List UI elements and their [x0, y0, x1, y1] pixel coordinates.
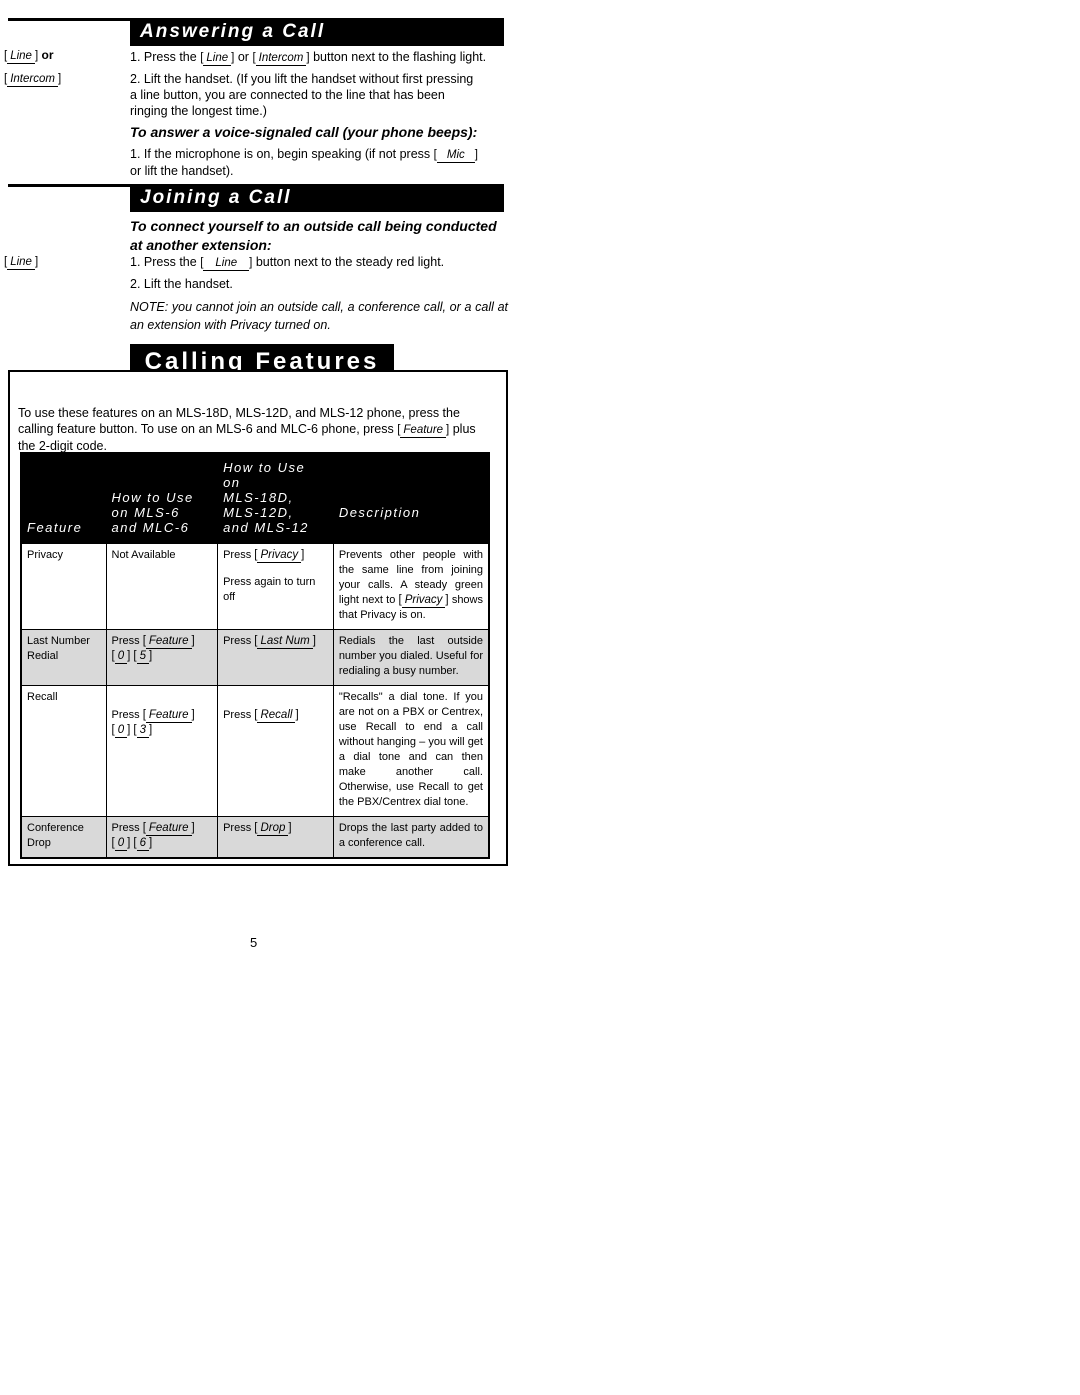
answering-step-1-prefix: 1. Press the — [130, 50, 197, 64]
privacy-press-again-line: Press again to turn off — [223, 576, 316, 603]
lnr-press-prefix: Press — [111, 635, 140, 647]
cell-description-privacy: Prevents other people with the same line… — [332, 543, 490, 630]
joining-step-1: 1. Press the [Line] button next to the s… — [130, 254, 504, 271]
table-row: Last Number Redial Press [Feature] [0] [… — [20, 629, 490, 686]
joining-step-1-suffix: button next to the steady red light. — [255, 255, 445, 269]
col-header-mls18-line-2: MLS-18D, MLS-12D, — [223, 490, 294, 520]
margin-key-line-joining: [Line] — [4, 256, 39, 270]
recall-mls18-prefix: Press — [223, 709, 252, 721]
voice-step-prefix: 1. If the microphone is on, begin speaki… — [130, 147, 431, 161]
cell-feature-last-number-redial: Last Number Redial — [20, 629, 107, 686]
answering-voice-step-1: 1. If the microphone is on, begin speaki… — [130, 146, 482, 179]
answering-voice-subhead: To answer a voice-signaled call (your ph… — [130, 124, 504, 140]
feature-key-inline-intro: [Feature] — [397, 424, 450, 438]
answering-voice-subhead-text: To answer a voice-signaled call (your ph… — [130, 124, 478, 140]
privacy-key-inline-desc: [Privacy] — [398, 594, 449, 608]
table-body: Privacy Not Available Press [Privacy] Pr… — [20, 543, 490, 859]
calling-features-table: Feature How to Use on MLS-6 and MLC-6 Ho… — [20, 452, 490, 859]
cell-description-last-number-redial: Redials the last outside number you dial… — [332, 629, 490, 686]
joining-note-text: NOTE: you cannot join an outside call, a… — [130, 300, 508, 332]
cell-mls6-privacy: Not Available — [105, 543, 219, 630]
calling-features-intro: To use these features on an MLS-18D, MLS… — [18, 405, 496, 454]
joining-step-2: 2. Lift the handset. — [130, 276, 504, 292]
answering-step-1-suffix: button next to the flashing light. — [313, 50, 487, 64]
cell-mls6-conference-drop: Press [Feature] [0] [6] — [105, 816, 219, 859]
margin-key-intercom: [Intercom] — [4, 73, 62, 87]
answering-a-call-title: Answering a Call — [140, 21, 326, 42]
recall-press-prefix: Press — [111, 709, 140, 721]
privacy-press-line: Press [Privacy] — [223, 548, 328, 563]
col-header-mls6-line-1: How to Use — [111, 490, 194, 505]
col-header-mls6-line-3: and MLC-6 — [111, 520, 190, 535]
col-header-feature-line-1: Feature — [27, 520, 83, 535]
margin-key-line-or: [Line] or — [4, 48, 54, 64]
document-page: Answering a Call [Line] or [Intercom] 1.… — [0, 0, 1080, 1395]
digit-key-recall-2: [3] — [133, 724, 153, 738]
joining-subhead: To connect yourself to an outside call b… — [130, 217, 506, 255]
table-row: Conference Drop Press [Feature] [0] [6] … — [20, 816, 490, 859]
line-key-inline-2: [Line] — [200, 257, 253, 271]
cell-description-conference-drop: Drops the last party added to a conferen… — [332, 816, 490, 859]
cell-mls6-last-number-redial: Press [Feature] [0] [5] — [105, 629, 219, 686]
last-num-key-inline: [Last Num] — [254, 635, 316, 649]
line-key-inline-1: [Line] — [200, 52, 235, 66]
col-header-mls6-line-2: on MLS-6 — [111, 505, 180, 520]
table-row: Recall Press [Feature] [0] [3] Press [Re… — [20, 685, 490, 817]
cell-mls18-conference-drop: Press [Drop] — [217, 816, 334, 859]
digit-key-lnr-1: [0] — [111, 650, 131, 664]
joining-a-call-header: Joining a Call — [130, 184, 504, 212]
answering-step-1: 1. Press the [Line] or [Intercom] button… — [130, 49, 504, 66]
cell-feature-recall: Recall — [20, 685, 107, 817]
joining-subhead-text: To connect yourself to an outside call b… — [130, 218, 497, 253]
cell-mls6-privacy-text: Not Available — [111, 549, 176, 561]
voice-step-suffix: or lift the handset). — [130, 164, 234, 178]
cell-mls18-recall: Press [Recall] — [217, 685, 334, 817]
col-header-feature: Feature — [20, 452, 107, 544]
feature-key-inline-cd: [Feature] — [142, 822, 195, 836]
lnr-mls18-prefix: Press — [223, 635, 252, 647]
joining-a-call-title: Joining a Call — [140, 187, 292, 208]
cd-mls18-prefix: Press — [223, 822, 252, 834]
cell-mls18-privacy: Press [Privacy] Press again to turn off — [217, 543, 334, 630]
joining-step-2-text: 2. Lift the handset. — [130, 277, 233, 291]
mic-key-inline: [Mic] — [433, 149, 478, 163]
answering-step-2: 2. Lift the handset. (If you lift the ha… — [130, 71, 482, 119]
col-header-how-to-use-mls6: How to Use on MLS-6 and MLC-6 — [105, 452, 219, 544]
digit-key-cd-2: [6] — [133, 837, 153, 851]
joining-note: NOTE: you cannot join an outside call, a… — [130, 298, 508, 334]
answering-a-call-header: Answering a Call — [130, 18, 504, 46]
col-header-how-to-use-mls18: How to Use on MLS-18D, MLS-12D, and MLS-… — [217, 452, 334, 544]
joining-step-1-prefix: 1. Press the — [130, 255, 197, 269]
col-header-description-line-1: Description — [338, 505, 421, 520]
cell-feature-conference-drop: Conference Drop — [20, 816, 107, 859]
table-header-row: Feature How to Use on MLS-6 and MLC-6 Ho… — [20, 452, 490, 544]
table-header: Feature How to Use on MLS-6 and MLC-6 Ho… — [20, 452, 490, 544]
answering-step-1-mid: or — [237, 50, 249, 64]
cell-mls6-recall: Press [Feature] [0] [3] — [105, 685, 219, 817]
col-header-mls18-line-3: and MLS-12 — [223, 520, 309, 535]
digit-key-lnr-2: [5] — [133, 650, 153, 664]
intercom-key-inline: [Intercom] — [252, 52, 310, 66]
digit-key-recall-1: [0] — [111, 724, 131, 738]
table-row: Privacy Not Available Press [Privacy] Pr… — [20, 543, 490, 630]
cell-description-recall: "Recalls" a dial tone. If you are not on… — [332, 685, 490, 817]
feature-key-inline-recall: [Feature] — [142, 709, 195, 723]
page-number: 5 — [250, 935, 258, 950]
drop-key-inline: [Drop] — [254, 822, 292, 836]
recall-key-inline: [Recall] — [254, 709, 299, 723]
cell-feature-privacy: Privacy — [20, 543, 107, 630]
answering-step-2-text: 2. Lift the handset. (If you lift the ha… — [130, 72, 474, 118]
privacy-key-inline: [Privacy] — [254, 549, 305, 563]
digit-key-cd-1: [0] — [111, 837, 131, 851]
feature-key-inline-lnr: [Feature] — [142, 635, 195, 649]
privacy-press-prefix: Press — [223, 549, 252, 561]
col-header-mls18-line-1: How to Use on — [223, 460, 306, 490]
col-header-description: Description — [332, 452, 490, 544]
cell-mls18-last-number-redial: Press [Last Num] — [217, 629, 334, 686]
cd-press-prefix: Press — [111, 822, 140, 834]
intro-line-2-prefix: button. To use on an MLS-6 and MLC-6 pho… — [99, 422, 394, 436]
